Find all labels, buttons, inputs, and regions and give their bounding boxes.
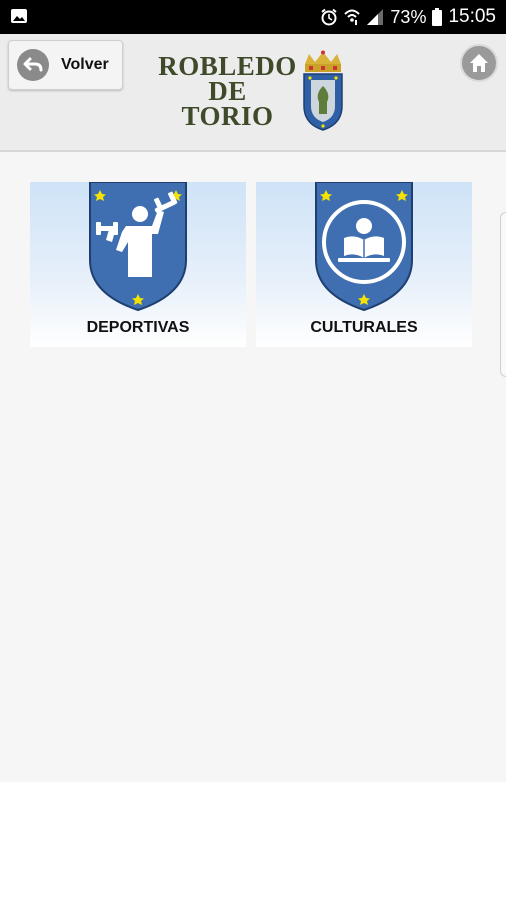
battery-percent: 73% — [390, 6, 427, 27]
town-logo: ROBLEDO DE TORIO — [155, 50, 350, 146]
battery-icon — [432, 8, 443, 26]
app-header: Volver ROBLEDO DE TORIO — [0, 34, 506, 152]
coat-of-arms-icon — [303, 50, 343, 131]
clock: 15:05 — [448, 6, 496, 27]
tile-label: CULTURALES — [310, 319, 418, 336]
main-content: DEPORTIVAS CULTURALES — [0, 152, 506, 782]
status-icons: 73% 15:05 — [320, 0, 496, 34]
logo-text: ROBLEDO DE TORIO — [155, 53, 300, 131]
signal-icon — [367, 9, 384, 25]
alarm-icon — [321, 8, 338, 26]
back-button-label: Volver — [61, 56, 109, 73]
weightlifter-icon — [89, 182, 187, 312]
wifi-icon — [344, 9, 361, 25]
back-button[interactable]: Volver — [8, 40, 123, 90]
tile-deportivas[interactable]: DEPORTIVAS — [30, 182, 246, 347]
status-bar: 73% 15:05 — [0, 0, 506, 34]
side-drawer-handle[interactable] — [500, 212, 506, 377]
tile-label: DEPORTIVAS — [86, 319, 190, 336]
home-icon — [470, 54, 488, 72]
image-notification-icon — [11, 9, 27, 23]
logo-line-3: TORIO — [181, 101, 274, 131]
home-button[interactable] — [460, 44, 498, 82]
back-arrow-icon — [17, 49, 49, 81]
tile-culturales[interactable]: CULTURALES — [256, 182, 472, 347]
reader-icon — [315, 182, 413, 312]
